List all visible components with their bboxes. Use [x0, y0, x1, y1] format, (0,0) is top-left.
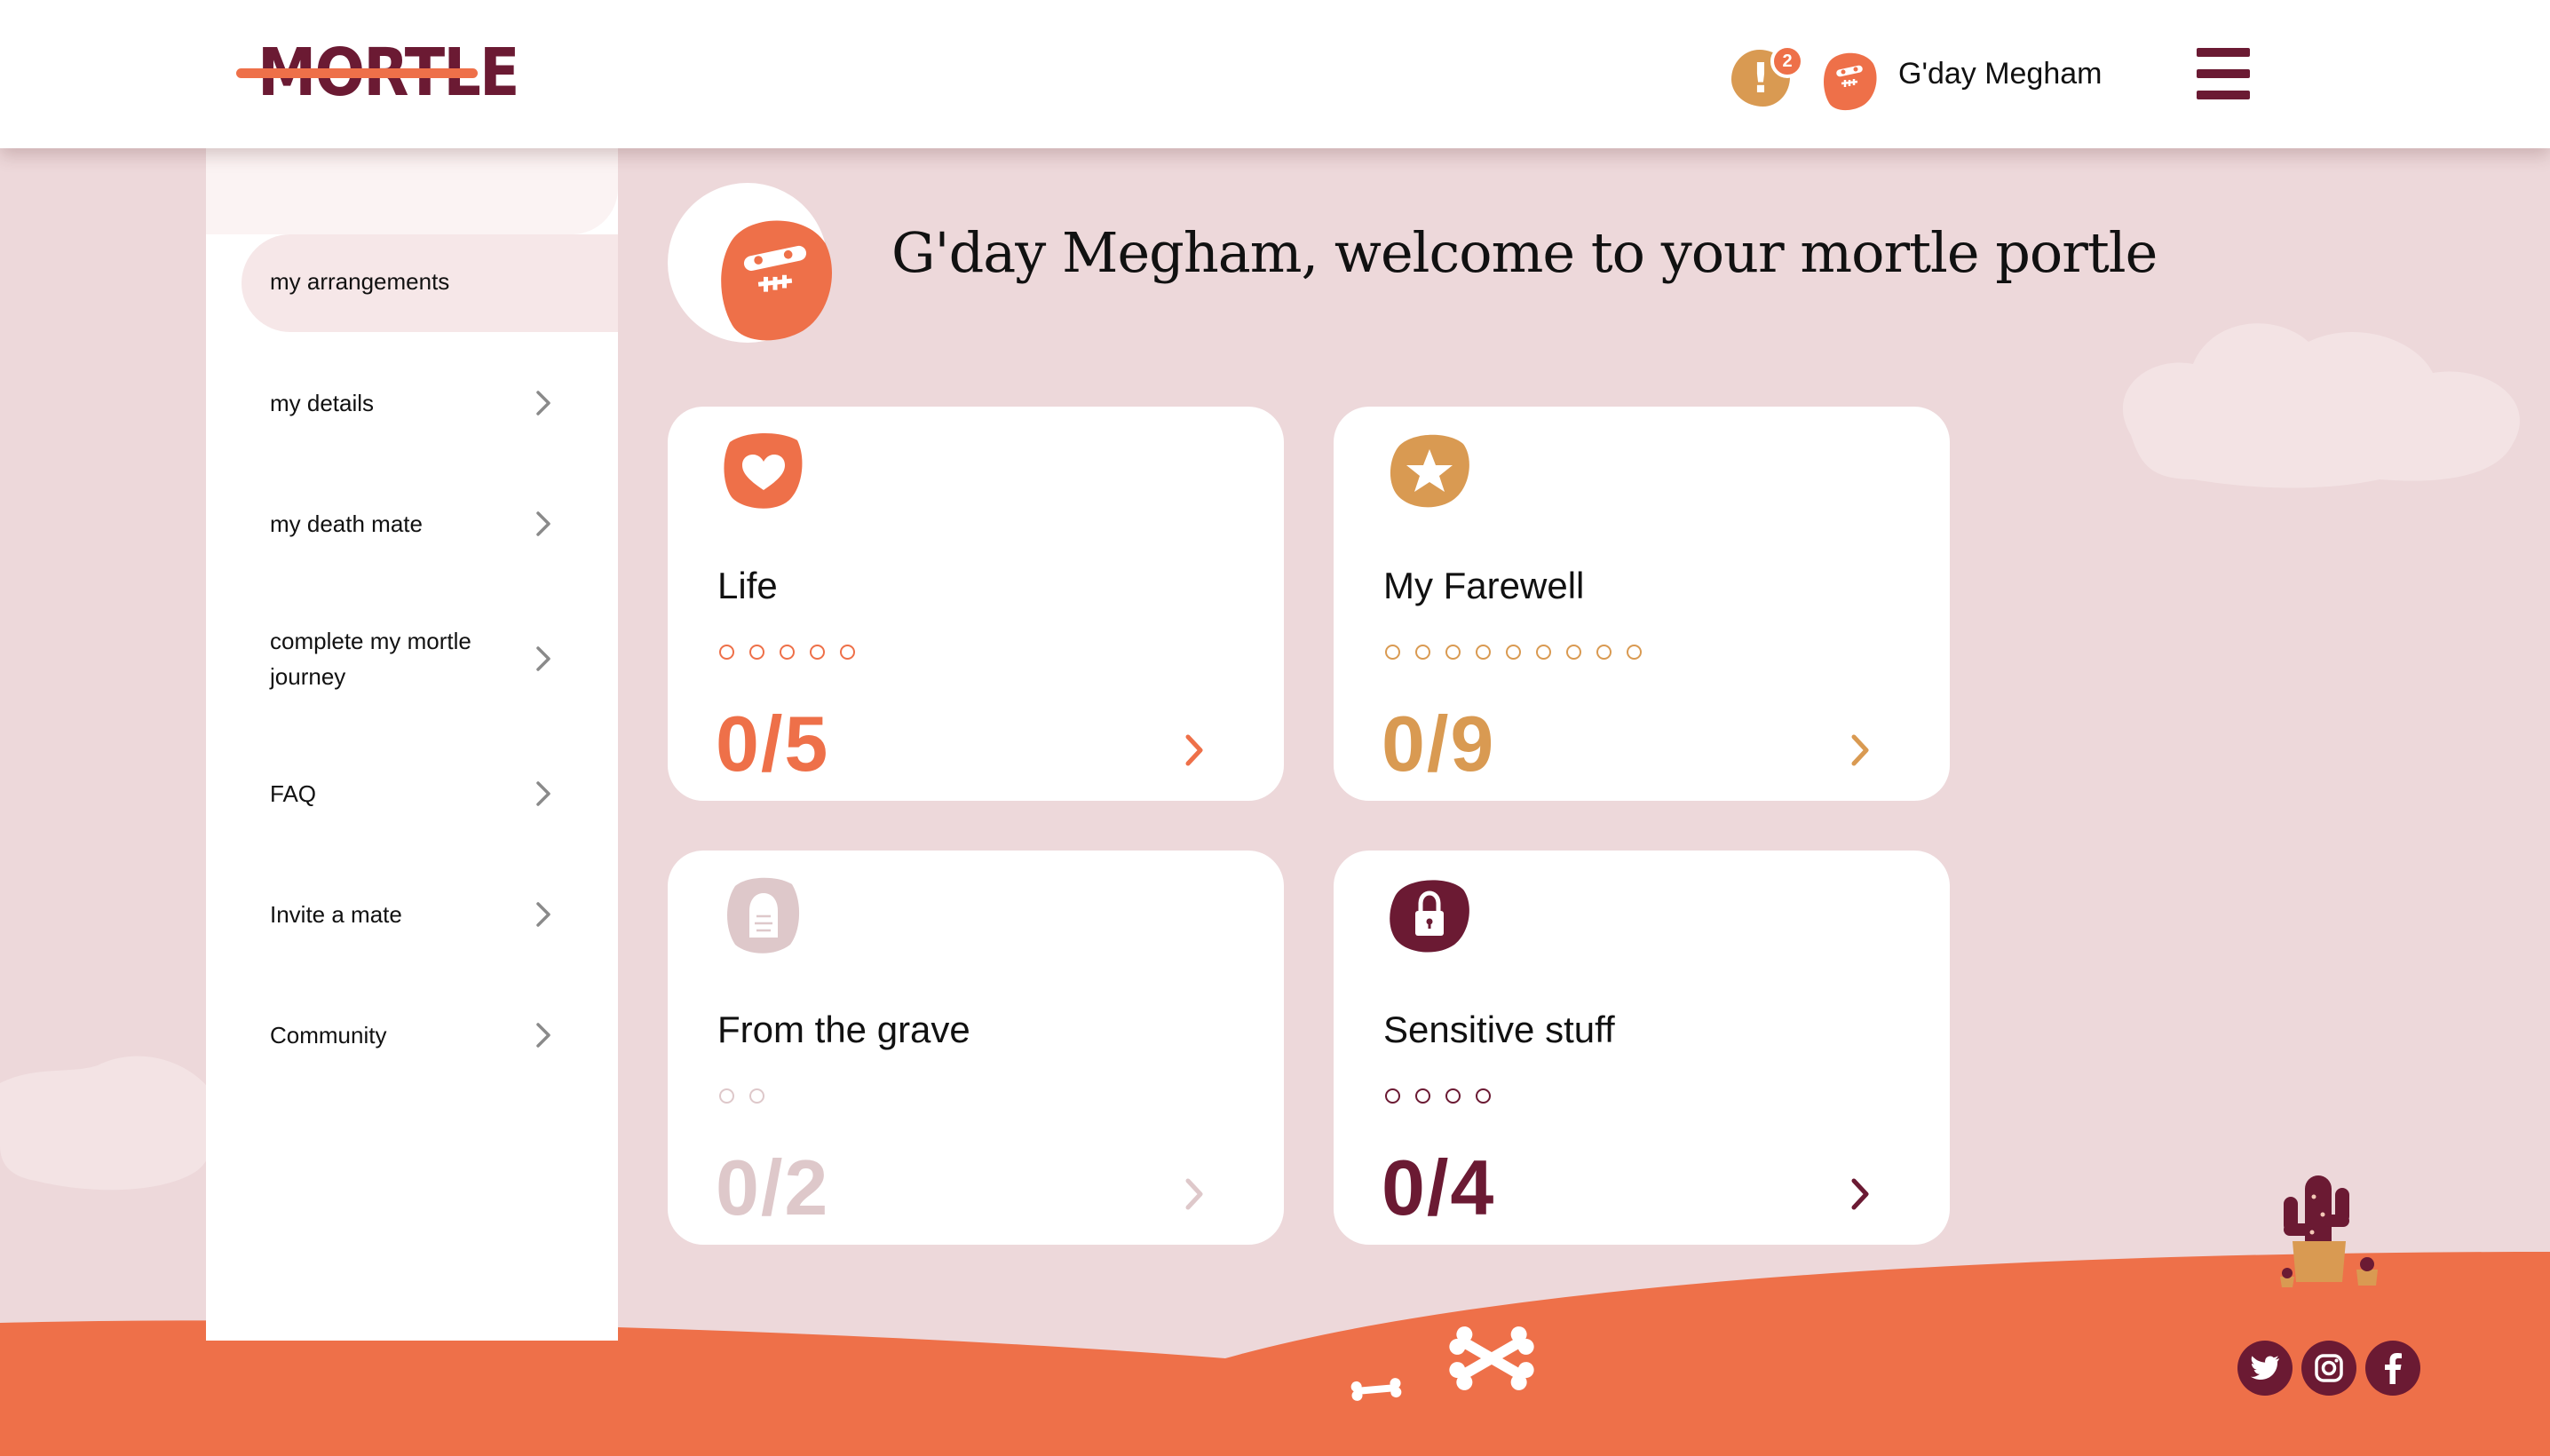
sidebar-item-faq[interactable]: FAQ — [270, 776, 572, 811]
sidebar-item-complete-journey[interactable]: complete my mortle journey — [270, 623, 572, 694]
cloud-left-decoration — [0, 1056, 217, 1191]
sidebar-item-community[interactable]: Community — [270, 1017, 572, 1053]
chevron-right-icon — [536, 781, 550, 806]
chevron-right-icon — [536, 1023, 550, 1048]
card-progress: 0/2 — [716, 1143, 830, 1231]
facebook-icon[interactable] — [2365, 1341, 2420, 1396]
cactus-decoration — [2280, 1175, 2378, 1287]
social-links — [2237, 1341, 2420, 1396]
chevron-right-icon[interactable] — [1847, 732, 1873, 769]
top-header: MORTLE ! 2 G'day Megham — [0, 0, 2550, 148]
sidebar-item-my-details[interactable]: my details — [270, 385, 572, 421]
sidebar-item-label: Invite a mate — [270, 901, 402, 928]
card-progress: 0/9 — [1382, 700, 1496, 787]
skull-avatar-icon — [721, 220, 833, 341]
card-title: My Farewell — [1383, 565, 1585, 606]
padlock-icon — [1390, 880, 1469, 953]
card-sensitive-stuff[interactable]: Sensitive stuff 0/4 — [1334, 851, 1950, 1245]
logo-strike-line — [236, 68, 478, 78]
sidebar-item-my-arrangements[interactable]: my arrangements — [242, 234, 618, 332]
star-icon — [1390, 434, 1469, 508]
chevron-right-icon[interactable] — [1181, 732, 1208, 769]
cloud-right-decoration — [2122, 323, 2520, 488]
heart-icon — [724, 433, 803, 509]
card-my-farewell[interactable]: My Farewell 0/9 — [1334, 407, 1950, 801]
tombstone-icon — [727, 877, 800, 954]
chevron-right-icon — [536, 902, 550, 927]
card-title: From the grave — [717, 1009, 970, 1050]
sidebar-top-tab — [206, 142, 618, 234]
chevron-right-icon[interactable] — [1847, 1175, 1873, 1213]
sidebar-item-label: my arrangements — [270, 268, 450, 295]
instagram-icon[interactable] — [2301, 1341, 2356, 1396]
twitter-icon[interactable] — [2237, 1341, 2293, 1396]
chevron-right-icon — [536, 391, 550, 415]
card-progress: 0/5 — [716, 700, 830, 787]
sidebar-item-label: FAQ — [270, 780, 317, 807]
hamburger-menu-icon[interactable] — [2197, 48, 2250, 99]
progress-dots — [719, 1088, 764, 1106]
chevron-right-icon[interactable] — [1181, 1175, 1208, 1213]
notifications-button[interactable]: ! 2 — [1731, 44, 1804, 107]
user-greeting[interactable]: G'day Megham — [1898, 57, 2102, 91]
sidebar-item-label: complete my mortle journey — [270, 628, 471, 690]
hero-avatar — [668, 183, 833, 343]
progress-dots — [1385, 1088, 1491, 1106]
card-progress: 0/4 — [1382, 1143, 1496, 1231]
chevron-right-icon — [536, 646, 550, 671]
sidebar-item-label: my death mate — [270, 510, 423, 537]
card-title: Sensitive stuff — [1383, 1009, 1615, 1050]
skull-avatar-icon[interactable] — [1822, 50, 1877, 112]
notification-count-badge: 2 — [1770, 44, 1804, 78]
sidebar-item-invite-a-mate[interactable]: Invite a mate — [270, 897, 572, 932]
sidebar-item-my-death-mate[interactable]: my death mate — [270, 506, 572, 542]
progress-dots — [719, 645, 855, 662]
welcome-title: G'day Megham, welcome to your mortle por… — [891, 220, 2158, 285]
progress-dots — [1385, 645, 1642, 662]
sidebar-item-label: Community — [270, 1022, 387, 1048]
card-from-the-grave[interactable]: From the grave 0/2 — [668, 851, 1284, 1245]
mortle-logo[interactable]: MORTLE — [236, 39, 520, 107]
card-life[interactable]: Life 0/5 — [668, 407, 1284, 801]
sidebar-item-label: my details — [270, 390, 375, 416]
chevron-right-icon — [536, 511, 550, 536]
card-title: Life — [717, 565, 778, 606]
